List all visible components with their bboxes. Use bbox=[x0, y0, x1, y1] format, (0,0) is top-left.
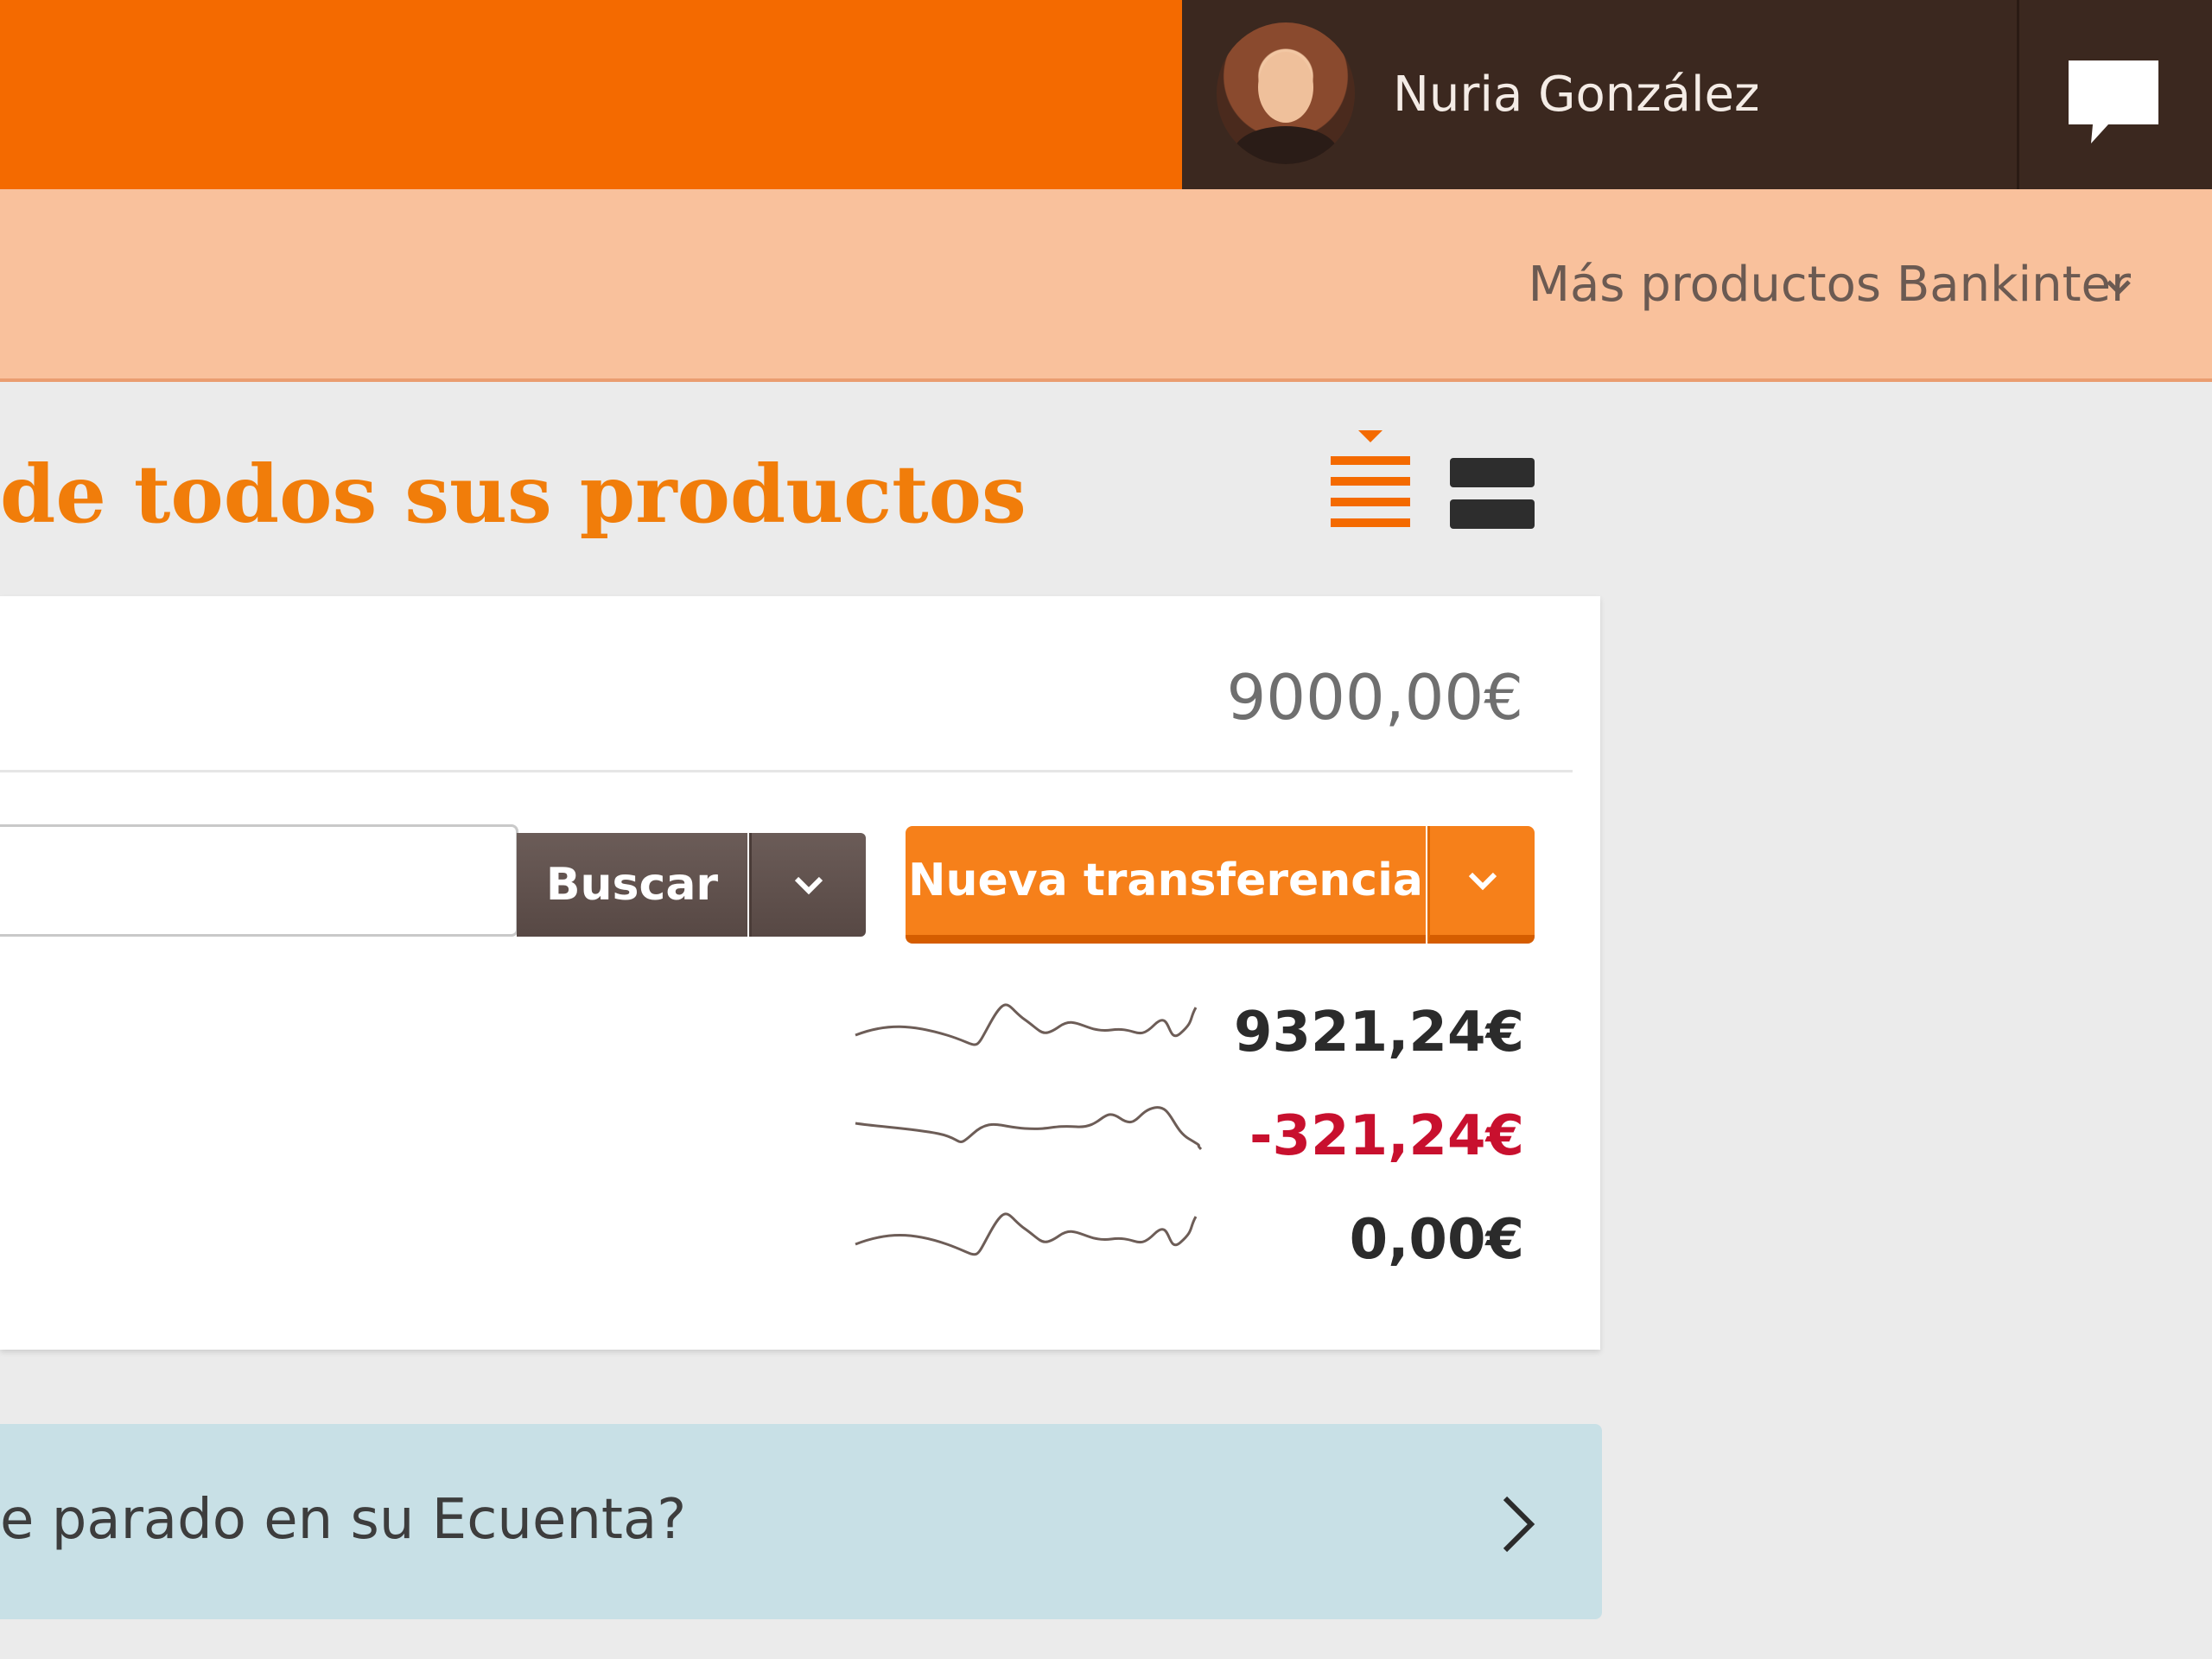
new-transfer-dropdown-button[interactable] bbox=[1427, 826, 1535, 944]
block-view-icon[interactable] bbox=[1450, 458, 1535, 531]
account-amount: 0,00€ bbox=[1349, 1208, 1524, 1272]
new-transfer-button[interactable]: Nueva transferencia bbox=[906, 826, 1426, 944]
avatar-shoulders bbox=[1234, 126, 1338, 164]
search-input[interactable] bbox=[0, 824, 518, 937]
account-row[interactable]: 9321,24€ bbox=[0, 985, 1600, 1080]
total-balance: 9000,00€ bbox=[1226, 661, 1523, 734]
chevron-right-icon[interactable] bbox=[1495, 1490, 1543, 1559]
page-title: de todos sus productos bbox=[0, 448, 1027, 541]
account-amount: 9321,24€ bbox=[1233, 1001, 1524, 1065]
avatar[interactable] bbox=[1217, 22, 1355, 164]
new-transfer-label: Nueva transferencia bbox=[907, 855, 1424, 906]
user-name[interactable]: Nuria González bbox=[1393, 60, 1759, 130]
account-row[interactable]: -321,24€ bbox=[0, 1089, 1600, 1184]
promo-text[interactable]: e parado en su Ecuenta? bbox=[0, 1481, 686, 1559]
list-view-icon[interactable] bbox=[1327, 427, 1414, 531]
search-button-label: Buscar bbox=[545, 859, 719, 911]
search-dropdown-button[interactable] bbox=[749, 833, 866, 937]
divider bbox=[0, 770, 1573, 772]
chevron-down-icon bbox=[794, 876, 823, 895]
sparkline bbox=[855, 1212, 1198, 1256]
avatar-face bbox=[1258, 52, 1313, 123]
chat-icon[interactable] bbox=[2069, 60, 2158, 143]
search-button[interactable]: Buscar bbox=[517, 833, 747, 937]
account-amount: -321,24€ bbox=[1249, 1104, 1524, 1168]
sparkline bbox=[855, 1003, 1198, 1046]
chevron-down-icon bbox=[1468, 872, 1497, 891]
more-products-menu[interactable]: Más productos Bankinter bbox=[1529, 251, 2131, 320]
sparkline bbox=[855, 1106, 1203, 1151]
chevron-down-icon[interactable] bbox=[2103, 271, 2134, 302]
account-row[interactable]: 0,00€ bbox=[0, 1192, 1600, 1287]
